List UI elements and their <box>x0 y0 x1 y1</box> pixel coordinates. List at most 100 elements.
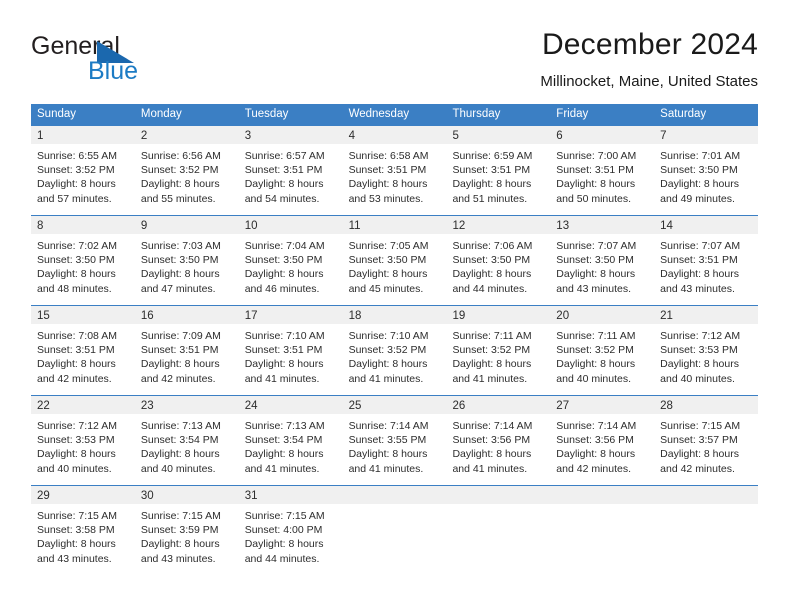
sunrise-text: Sunrise: 7:14 AM <box>452 420 533 432</box>
day-cell[interactable]: 1 Sunrise: 6:55 AM Sunset: 3:52 PM Dayli… <box>31 125 135 207</box>
day-cell[interactable]: 4 Sunrise: 6:58 AM Sunset: 3:51 PM Dayli… <box>342 125 447 207</box>
daylight-text-line1: Daylight: 8 hours <box>660 448 739 461</box>
day-details: Sunrise: 7:11 AM Sunset: 3:52 PM Dayligh… <box>550 324 654 386</box>
day-details: Sunrise: 7:09 AM Sunset: 3:51 PM Dayligh… <box>135 324 239 386</box>
weekday-tuesday: Tuesday <box>244 108 289 120</box>
daylight-text-line1: Daylight: 8 hours <box>37 358 116 371</box>
day-cell[interactable]: 13 Sunrise: 7:07 AM Sunset: 3:50 PM Dayl… <box>550 215 655 297</box>
day-details: Sunrise: 7:02 AM Sunset: 3:50 PM Dayligh… <box>31 234 135 296</box>
day-cell[interactable]: 5 Sunrise: 6:59 AM Sunset: 3:51 PM Dayli… <box>446 125 551 207</box>
daylight-text-line1: Daylight: 8 hours <box>244 538 324 551</box>
day-cell[interactable]: 27 Sunrise: 7:14 AM Sunset: 3:56 PM Dayl… <box>550 395 655 477</box>
day-cell[interactable]: 11 Sunrise: 7:05 AM Sunset: 3:50 PM Dayl… <box>342 215 447 297</box>
daylight-text-line2: and 51 minutes. <box>452 192 528 205</box>
day-number: 6 <box>556 130 563 142</box>
day-cell[interactable]: 9 Sunrise: 7:03 AM Sunset: 3:50 PM Dayli… <box>134 215 239 297</box>
sunrise-text: Sunrise: 6:58 AM <box>348 150 429 162</box>
day-cell[interactable]: 21 Sunrise: 7:12 AM Sunset: 3:53 PM Dayl… <box>654 305 759 387</box>
day-cell[interactable]: 12 Sunrise: 7:06 AM Sunset: 3:50 PM Dayl… <box>446 215 551 297</box>
sunset-text: Sunset: 3:57 PM <box>660 434 738 447</box>
sunset-text: Sunset: 3:52 PM <box>37 164 115 177</box>
day-cell[interactable]: 19 Sunrise: 7:11 AM Sunset: 3:52 PM Dayl… <box>446 305 551 387</box>
day-cell[interactable]: 22 Sunrise: 7:12 AM Sunset: 3:53 PM Dayl… <box>31 395 135 477</box>
day-cell[interactable]: 17 Sunrise: 7:10 AM Sunset: 3:51 PM Dayl… <box>238 305 343 387</box>
weekday-friday: Friday <box>556 108 589 120</box>
day-cell[interactable]: 6 Sunrise: 7:00 AM Sunset: 3:51 PM Dayli… <box>550 125 655 207</box>
day-cell[interactable]: 14 Sunrise: 7:07 AM Sunset: 3:51 PM Dayl… <box>654 215 759 297</box>
sunset-text: Sunset: 3:51 PM <box>244 344 323 357</box>
daylight-text-line2: and 44 minutes. <box>244 552 320 565</box>
day-cell[interactable]: 15 Sunrise: 7:08 AM Sunset: 3:51 PM Dayl… <box>31 305 135 387</box>
daylight-text-line1: Daylight: 8 hours <box>452 178 532 191</box>
calendar-grid: Sunday Monday Tuesday Wednesday Thursday… <box>31 104 759 567</box>
daylight-text-line2: and 43 minutes. <box>660 282 735 295</box>
day-cell[interactable]: 16 Sunrise: 7:09 AM Sunset: 3:51 PM Dayl… <box>134 305 239 387</box>
day-number: 12 <box>452 220 466 232</box>
daylight-text-line1: Daylight: 8 hours <box>140 538 220 551</box>
sunrise-text: Sunrise: 7:13 AM <box>244 420 325 432</box>
day-details: Sunrise: 6:58 AM Sunset: 3:51 PM Dayligh… <box>343 144 447 206</box>
day-number: 7 <box>660 130 667 142</box>
daylight-text-line1: Daylight: 8 hours <box>244 178 324 191</box>
sunset-text: Sunset: 3:51 PM <box>660 254 738 267</box>
sunrise-text: Sunrise: 7:15 AM <box>660 420 741 432</box>
daylight-text-line2: and 43 minutes. <box>556 282 632 295</box>
day-number-band: 10 <box>238 216 343 234</box>
sunrise-text: Sunrise: 7:01 AM <box>660 150 741 162</box>
day-number-band <box>654 486 759 504</box>
day-cell-empty <box>550 485 655 567</box>
week-row: 8 Sunrise: 7:02 AM Sunset: 3:50 PM Dayli… <box>31 215 759 297</box>
day-number: 30 <box>140 490 154 502</box>
general-blue-logo[interactable]: General Blue <box>31 32 211 88</box>
day-number: 25 <box>348 400 362 412</box>
sunset-text: Sunset: 3:50 PM <box>140 254 219 267</box>
daylight-text-line1: Daylight: 8 hours <box>37 268 116 281</box>
daylight-text-line2: and 42 minutes. <box>556 462 632 475</box>
weekday-thursday: Thursday <box>452 108 501 120</box>
weekday-saturday: Saturday <box>660 108 707 120</box>
sunrise-text: Sunrise: 7:09 AM <box>140 330 221 342</box>
day-cell[interactable]: 24 Sunrise: 7:13 AM Sunset: 3:54 PM Dayl… <box>238 395 343 477</box>
day-cell[interactable]: 26 Sunrise: 7:14 AM Sunset: 3:56 PM Dayl… <box>446 395 551 477</box>
daylight-text-line1: Daylight: 8 hours <box>348 268 428 281</box>
day-cell[interactable]: 3 Sunrise: 6:57 AM Sunset: 3:51 PM Dayli… <box>238 125 343 207</box>
day-cell[interactable]: 20 Sunrise: 7:11 AM Sunset: 3:52 PM Dayl… <box>550 305 655 387</box>
sunset-text: Sunset: 3:50 PM <box>556 254 634 267</box>
daylight-text-line2: and 42 minutes. <box>37 372 112 385</box>
day-cell[interactable]: 18 Sunrise: 7:10 AM Sunset: 3:52 PM Dayl… <box>342 305 447 387</box>
day-cell[interactable]: 23 Sunrise: 7:13 AM Sunset: 3:54 PM Dayl… <box>134 395 239 477</box>
day-cell[interactable]: 31 Sunrise: 7:15 AM Sunset: 4:00 PM Dayl… <box>238 485 343 567</box>
day-details: Sunrise: 7:05 AM Sunset: 3:50 PM Dayligh… <box>343 234 447 296</box>
daylight-text-line1: Daylight: 8 hours <box>140 358 220 371</box>
sunrise-text: Sunrise: 7:04 AM <box>244 240 325 252</box>
weekday-sunday: Sunday <box>37 108 77 120</box>
page-subtitle: Millinocket, Maine, United States <box>540 73 758 90</box>
sunset-text: Sunset: 3:50 PM <box>244 254 323 267</box>
daylight-text-line1: Daylight: 8 hours <box>244 268 324 281</box>
weekday-wednesday: Wednesday <box>348 108 410 120</box>
week-row: 29 Sunrise: 7:15 AM Sunset: 3:58 PM Dayl… <box>31 485 759 567</box>
day-cell[interactable]: 8 Sunrise: 7:02 AM Sunset: 3:50 PM Dayli… <box>31 215 135 297</box>
day-cell[interactable]: 10 Sunrise: 7:04 AM Sunset: 3:50 PM Dayl… <box>238 215 343 297</box>
day-number-band: 5 <box>446 126 551 144</box>
day-cell[interactable]: 30 Sunrise: 7:15 AM Sunset: 3:59 PM Dayl… <box>134 485 239 567</box>
sunset-text: Sunset: 3:51 PM <box>348 164 427 177</box>
daylight-text-line2: and 41 minutes. <box>452 372 528 385</box>
day-cell[interactable]: 29 Sunrise: 7:15 AM Sunset: 3:58 PM Dayl… <box>31 485 135 567</box>
daylight-text-line2: and 55 minutes. <box>140 192 216 205</box>
day-number-band: 15 <box>31 306 135 324</box>
daylight-text-line2: and 41 minutes. <box>244 462 320 475</box>
daylight-text-line1: Daylight: 8 hours <box>556 358 636 371</box>
sunset-text: Sunset: 3:56 PM <box>556 434 634 447</box>
day-number: 20 <box>556 310 570 322</box>
day-details: Sunrise: 6:59 AM Sunset: 3:51 PM Dayligh… <box>446 144 550 206</box>
day-cell[interactable]: 25 Sunrise: 7:14 AM Sunset: 3:55 PM Dayl… <box>342 395 447 477</box>
daylight-text-line2: and 41 minutes. <box>348 372 424 385</box>
day-cell[interactable]: 2 Sunrise: 6:56 AM Sunset: 3:52 PM Dayli… <box>134 125 239 207</box>
sunrise-text: Sunrise: 7:14 AM <box>556 420 637 432</box>
sunrise-text: Sunrise: 7:10 AM <box>244 330 325 342</box>
day-cell[interactable]: 7 Sunrise: 7:01 AM Sunset: 3:50 PM Dayli… <box>654 125 759 207</box>
day-details: Sunrise: 7:15 AM Sunset: 3:58 PM Dayligh… <box>31 504 135 566</box>
day-cell[interactable]: 28 Sunrise: 7:15 AM Sunset: 3:57 PM Dayl… <box>654 395 759 477</box>
sunset-text: Sunset: 3:51 PM <box>556 164 634 177</box>
